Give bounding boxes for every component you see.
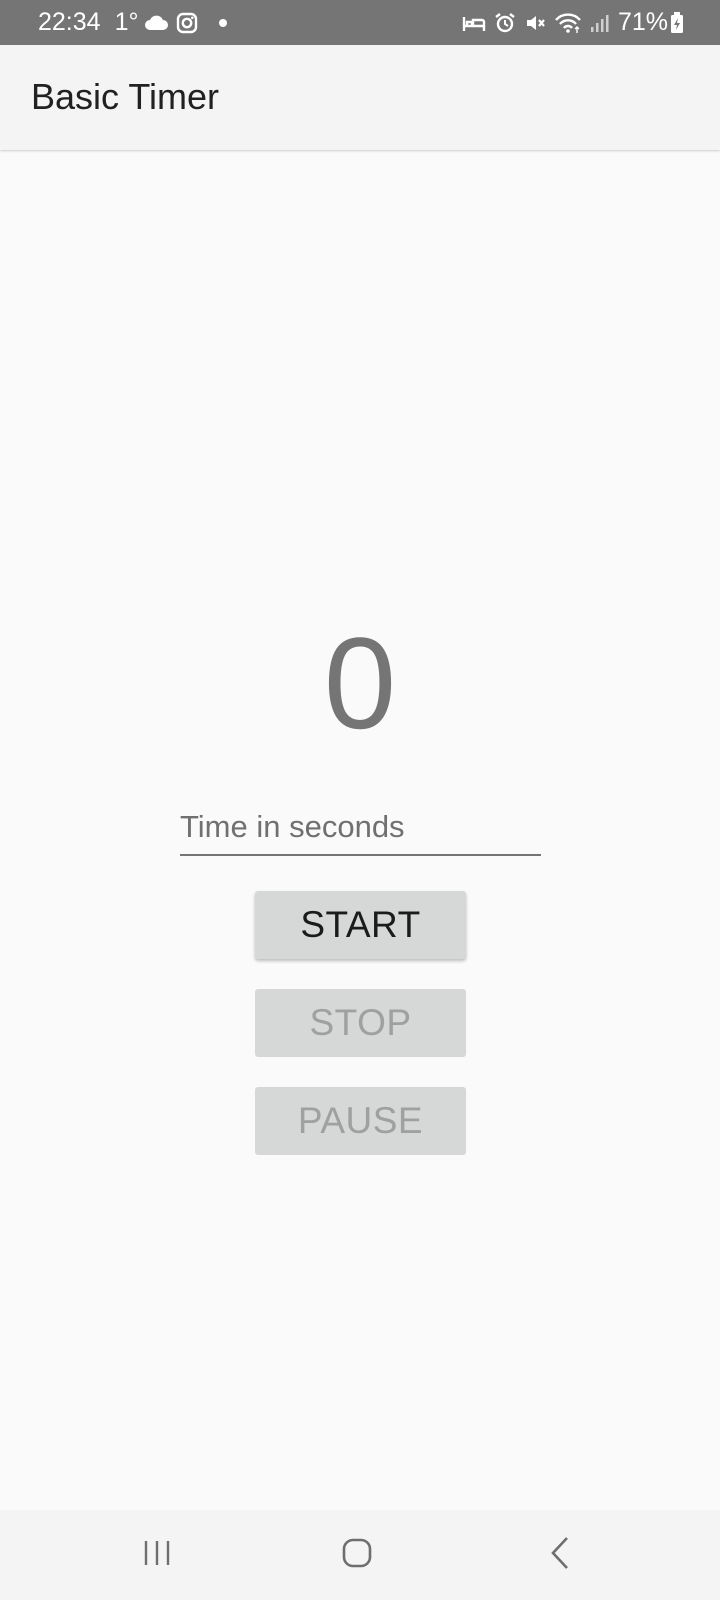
wifi-icon [554, 12, 582, 34]
alarm-icon [494, 12, 516, 34]
status-temperature: 1° [114, 8, 139, 36]
sleep-mode-icon [462, 13, 486, 33]
cloud-icon [144, 15, 169, 31]
battery-charging-icon [670, 11, 684, 34]
screen: 22:34 1° 71% Basic Timer 0 Time in secon… [0, 0, 720, 1600]
navigation-bar [0, 1510, 720, 1600]
timer-display: 0 [323, 610, 397, 756]
dot-icon [218, 18, 228, 28]
back-button[interactable] [530, 1530, 590, 1580]
battery-percentage: 71% [617, 8, 668, 36]
time-in-seconds-input[interactable] [180, 800, 541, 856]
home-icon [341, 1537, 373, 1574]
app-title: Basic Timer [31, 76, 220, 117]
stop-button[interactable]: STOP [255, 989, 466, 1057]
start-button[interactable]: START [255, 891, 466, 959]
status-bar: 22:34 1° 71% [0, 0, 720, 45]
recents-icon [142, 1539, 172, 1572]
pause-button[interactable]: PAUSE [255, 1087, 466, 1155]
instagram-icon [176, 12, 198, 34]
app-bar: Basic Timer [0, 45, 720, 150]
status-bar-right: 71% [454, 0, 684, 45]
mute-icon [524, 12, 546, 34]
recents-button[interactable] [127, 1530, 187, 1580]
home-button[interactable] [327, 1530, 387, 1580]
status-time: 22:34 [38, 8, 101, 36]
status-bar-left: 22:34 1° [38, 0, 228, 45]
back-icon [549, 1536, 571, 1575]
signal-icon [590, 13, 610, 33]
